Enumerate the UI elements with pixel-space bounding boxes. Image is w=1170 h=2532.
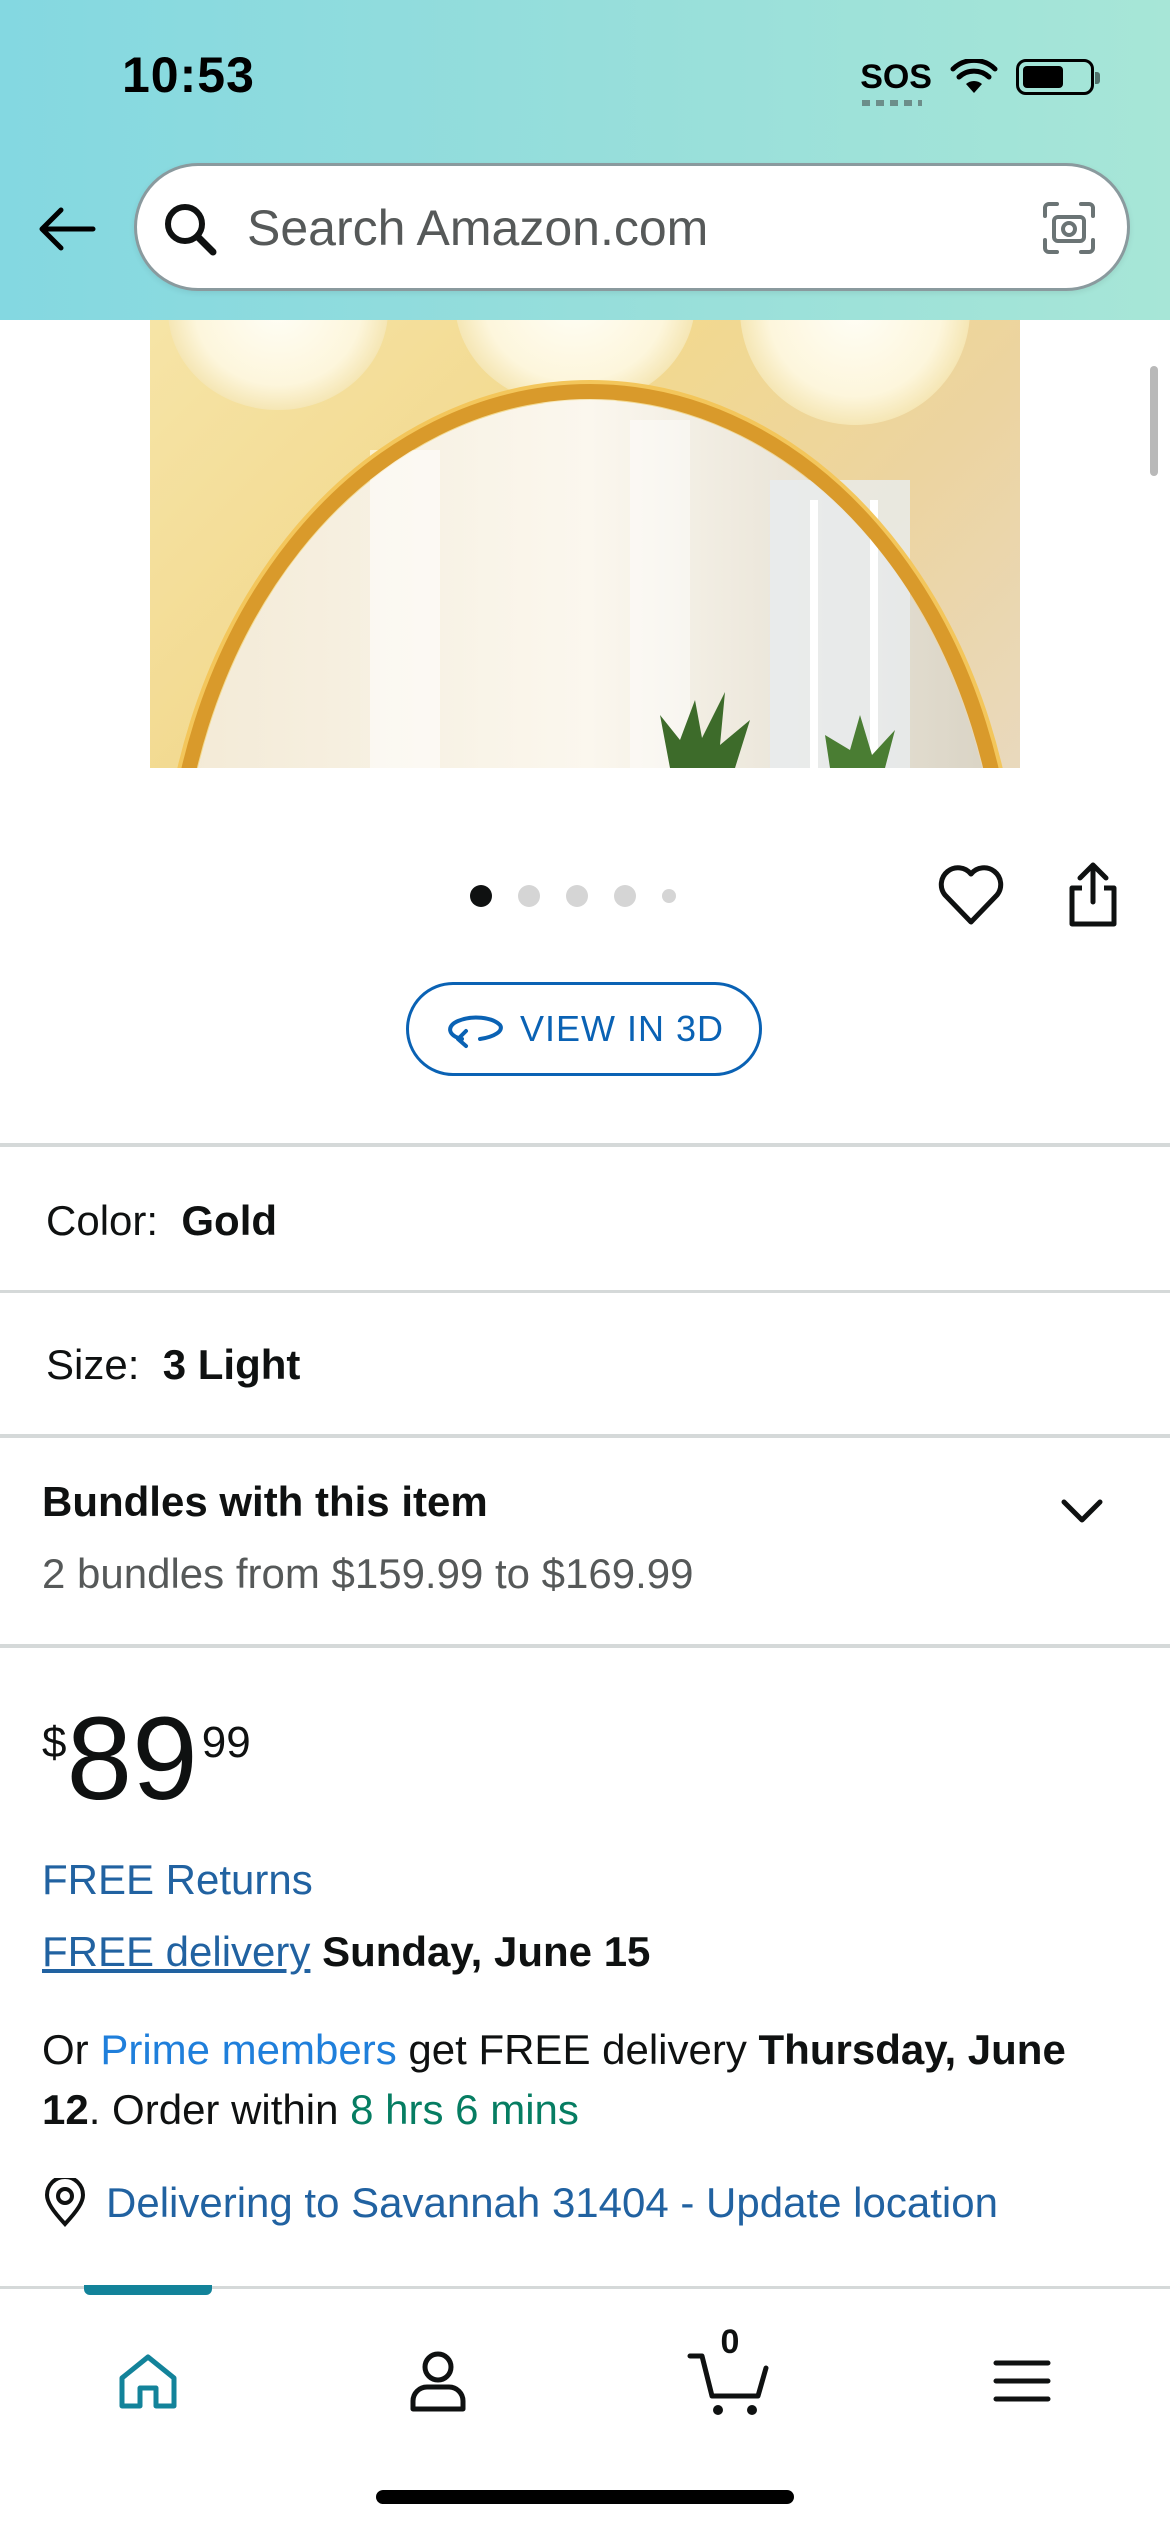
camera-search-icon[interactable] — [1041, 200, 1097, 256]
color-value: Gold — [181, 1197, 278, 1244]
back-arrow-icon — [39, 207, 96, 251]
carousel-dot[interactable] — [614, 885, 636, 907]
bundles-title: Bundles with this item — [42, 1478, 488, 1525]
carousel-dot[interactable] — [566, 885, 588, 907]
sos-label: SOS — [860, 58, 932, 96]
delivery-location[interactable]: Delivering to Savannah 31404 - Update lo… — [42, 2178, 998, 2228]
location-pin-icon — [44, 2178, 86, 2227]
active-tab-indicator — [84, 2285, 212, 2295]
back-button[interactable] — [32, 194, 102, 264]
delivery-location-link[interactable]: Delivering to Savannah 31404 - Update lo… — [106, 2179, 998, 2227]
hamburger-menu-icon — [993, 2360, 1051, 2402]
size-label: Size: — [46, 1341, 140, 1388]
size-selector[interactable]: Size: 3 Light — [46, 1341, 300, 1389]
price-fraction: 99 — [201, 1718, 251, 1767]
chevron-down-icon[interactable] — [1056, 1490, 1108, 1530]
free-returns-link[interactable]: FREE Returns — [42, 1856, 313, 1904]
wifi-icon — [950, 59, 998, 93]
nav-account[interactable] — [388, 2331, 488, 2431]
share-button[interactable] — [1060, 860, 1126, 930]
header: 10:53 SOS — [0, 0, 1170, 320]
color-selector[interactable]: Color: Gold — [46, 1197, 277, 1245]
divider — [0, 1290, 1170, 1293]
product-image[interactable] — [150, 320, 1020, 768]
nav-home[interactable] — [98, 2331, 198, 2431]
nav-menu[interactable] — [972, 2331, 1072, 2431]
order-within-time: 8 hrs 6 mins — [350, 2086, 579, 2133]
carousel-dot-active[interactable] — [470, 885, 492, 907]
carousel-dot[interactable] — [518, 885, 540, 907]
product-photo-mirror — [168, 320, 1003, 768]
battery-icon — [1016, 59, 1100, 95]
price: $ 89 99 — [42, 1700, 251, 1818]
carousel-dot[interactable] — [662, 889, 676, 903]
price-symbol: $ — [42, 1718, 67, 1767]
scrollbar[interactable] — [1150, 366, 1158, 476]
color-label: Color: — [46, 1197, 159, 1244]
free-delivery-date: Sunday, June 15 — [322, 1928, 651, 1975]
image-carousel-dots[interactable] — [470, 885, 676, 907]
heart-icon — [938, 865, 1004, 925]
status-icons: SOS — [860, 52, 1100, 106]
order-within-prefix: . Order within — [88, 2086, 351, 2133]
home-indicator[interactable] — [376, 2490, 794, 2504]
view-in-3d-button[interactable]: VIEW IN 3D — [406, 982, 762, 1076]
signal-dots-icon — [862, 100, 923, 106]
home-icon — [119, 2354, 177, 2409]
account-icon — [410, 2351, 466, 2412]
share-icon — [1069, 862, 1117, 927]
nav-cart[interactable]: 0 — [680, 2323, 780, 2431]
prime-mid-text: get FREE delivery — [396, 2026, 759, 2073]
prime-members-link[interactable]: Prime members — [100, 2026, 396, 2073]
bundles-subtitle: 2 bundles from $159.99 to $169.99 — [42, 1550, 694, 1597]
status-time: 10:53 — [122, 47, 255, 103]
search-icon — [165, 204, 217, 256]
divider — [0, 1644, 1170, 1648]
free-delivery-link[interactable]: FREE delivery — [42, 1928, 310, 1975]
add-to-wishlist-button[interactable] — [936, 862, 1006, 932]
cart-count: 0 — [720, 2323, 740, 2361]
free-delivery-line: FREE delivery Sunday, June 15 — [42, 1928, 650, 1976]
prime-prefix: Or — [42, 2026, 101, 2073]
search-input[interactable] — [247, 190, 1027, 266]
size-value: 3 Light — [162, 1341, 301, 1388]
divider — [0, 1143, 1170, 1147]
sos-indicator: SOS — [860, 58, 932, 106]
rotate-3d-icon — [448, 1015, 503, 1048]
view-in-3d-label: VIEW IN 3D — [519, 1008, 725, 1049]
divider — [0, 1434, 1170, 1438]
price-whole: 89 — [66, 1693, 198, 1825]
search-bar[interactable] — [134, 163, 1130, 291]
prime-delivery-text: Or Prime members get FREE delivery Thurs… — [42, 2020, 1132, 2140]
